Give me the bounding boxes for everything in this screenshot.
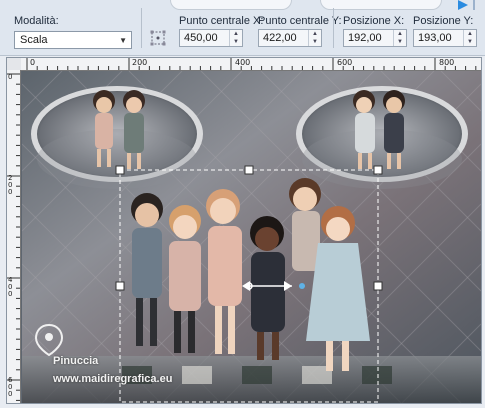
center-y-value: 422,00 xyxy=(263,32,297,44)
position-x-label: Posizione X: xyxy=(343,15,405,27)
position-y-value: 193,00 xyxy=(418,32,452,44)
horizontal-ruler[interactable]: 0 200 400 600 800 xyxy=(21,58,481,71)
chevron-down-icon: ▼ xyxy=(119,36,127,45)
ruler-label: 0 xyxy=(8,73,13,81)
center-x-label: Punto centrale X: xyxy=(179,15,264,27)
center-x-value: 450,00 xyxy=(184,32,218,44)
ruler-label: 0 xyxy=(30,58,36,67)
ruler-label: 600 xyxy=(8,376,13,398)
play-icon[interactable] xyxy=(452,0,478,10)
ruler-ticks xyxy=(7,73,20,401)
position-x-value: 192,00 xyxy=(348,32,382,44)
center-y-label: Punto centrale Y: xyxy=(258,15,342,27)
ruler-label: 200 xyxy=(132,58,148,67)
ruler-label: 600 xyxy=(337,58,353,67)
pinuccia-logo-icon xyxy=(34,323,64,357)
position-x-input[interactable]: 192,00 ▲ ▼ xyxy=(343,29,407,47)
tool-options-toolbar: Modalità: Scala ▼ Punto centrale X: 450,… xyxy=(0,0,485,56)
position-y-label: Posizione Y: xyxy=(413,15,474,27)
mode-select[interactable]: Scala ▼ xyxy=(14,31,132,49)
mode-label: Modalità: xyxy=(14,15,59,27)
center-x-input[interactable]: 450,00 ▲ ▼ xyxy=(179,29,243,47)
ruler-label: 200 xyxy=(8,174,13,196)
spin-arrows-icon[interactable]: ▲ ▼ xyxy=(229,30,242,46)
mode-select-value: Scala xyxy=(20,34,48,46)
vertical-ruler[interactable]: 0 200 400 600 xyxy=(7,70,21,403)
image-canvas[interactable] xyxy=(22,71,481,403)
toolbar-divider xyxy=(141,8,142,48)
canvas-workspace[interactable]: 0 200 400 600 800 0 200 400 600 Pinuccia… xyxy=(6,57,482,404)
spin-arrows-icon[interactable]: ▲ ▼ xyxy=(308,30,321,46)
watermark-site: www.maidiregrafica.eu xyxy=(53,373,173,385)
ruler-ticks xyxy=(26,58,477,70)
spin-arrows-icon[interactable]: ▲ ▼ xyxy=(393,30,406,46)
toolbar-divider xyxy=(333,8,334,48)
toolbar-tab-shape-2[interactable] xyxy=(320,0,442,10)
toolbar-tab-shape[interactable] xyxy=(170,0,292,10)
center-y-input[interactable]: 422,00 ▲ ▼ xyxy=(258,29,322,47)
pick-anchor-icon[interactable] xyxy=(150,30,166,46)
watermark-name: Pinuccia xyxy=(53,355,99,367)
ruler-label: 400 xyxy=(8,276,13,298)
spin-arrows-icon[interactable]: ▲ ▼ xyxy=(463,30,476,46)
position-y-input[interactable]: 193,00 ▲ ▼ xyxy=(413,29,477,47)
ruler-label: 400 xyxy=(235,58,251,67)
ruler-label: 800 xyxy=(439,58,455,67)
